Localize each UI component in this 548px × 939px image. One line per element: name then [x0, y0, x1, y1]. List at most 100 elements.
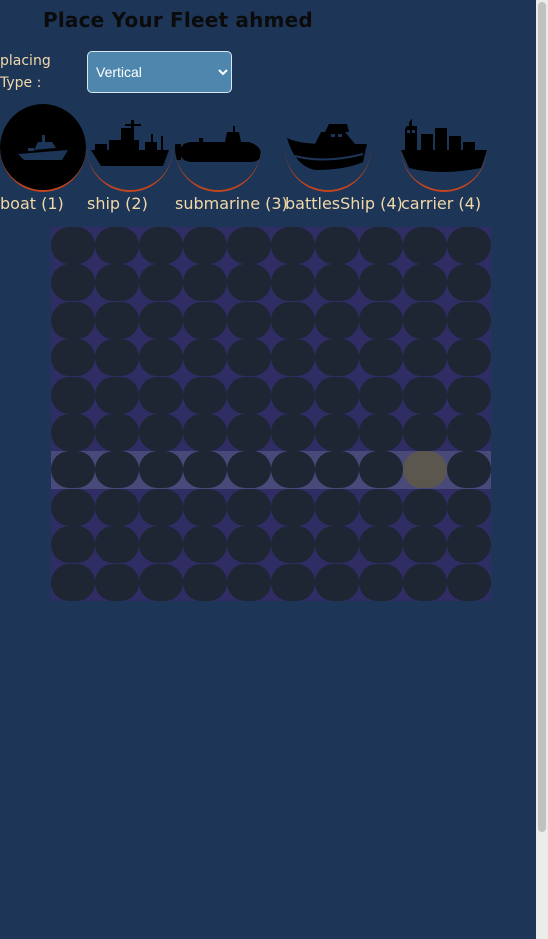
board-cell[interactable]: [271, 488, 315, 526]
board-cell[interactable]: [51, 526, 95, 564]
board-cell[interactable]: [447, 264, 491, 302]
scrollbar[interactable]: [536, 0, 548, 939]
board-cell[interactable]: [227, 413, 271, 451]
board-cell[interactable]: [227, 301, 271, 339]
board-cell[interactable]: [271, 451, 315, 489]
board-cell[interactable]: [403, 264, 447, 302]
board-cell[interactable]: [271, 301, 315, 339]
board-cell[interactable]: [227, 264, 271, 302]
board-cell[interactable]: [183, 413, 227, 451]
board-cell[interactable]: [359, 301, 403, 339]
board-cell[interactable]: [227, 376, 271, 414]
board-cell[interactable]: [271, 376, 315, 414]
warship-icon[interactable]: [87, 104, 173, 192]
board-cell[interactable]: [403, 413, 447, 451]
board-cell[interactable]: [315, 413, 359, 451]
board-cell[interactable]: [183, 526, 227, 564]
ship-option-carrier[interactable]: carrier (4): [401, 104, 487, 213]
board-cell[interactable]: [447, 227, 491, 264]
board-cell[interactable]: [139, 227, 183, 264]
ship-option-boat[interactable]: boat (1): [0, 104, 86, 213]
board-cell[interactable]: [51, 376, 95, 414]
board-cell[interactable]: [403, 563, 447, 601]
board-cell[interactable]: [51, 488, 95, 526]
board-cell[interactable]: [139, 376, 183, 414]
board-cell[interactable]: [183, 301, 227, 339]
placing-type-select[interactable]: Vertical Horizontal: [87, 51, 232, 93]
board-cell[interactable]: [359, 526, 403, 564]
boat-icon[interactable]: [0, 104, 86, 192]
board-cell[interactable]: [95, 526, 139, 564]
board-cell[interactable]: [95, 451, 139, 489]
board-cell[interactable]: [359, 451, 403, 489]
board-cell[interactable]: [95, 563, 139, 601]
board-cell[interactable]: [51, 339, 95, 377]
board-cell[interactable]: [271, 339, 315, 377]
board-cell[interactable]: [51, 451, 95, 489]
board-cell[interactable]: [403, 301, 447, 339]
board-cell[interactable]: [315, 488, 359, 526]
board-cell[interactable]: [51, 264, 95, 302]
board-cell[interactable]: [315, 526, 359, 564]
board-cell[interactable]: [95, 339, 139, 377]
board-cell[interactable]: [315, 264, 359, 302]
board-cell[interactable]: [183, 227, 227, 264]
board-cell[interactable]: [403, 451, 447, 489]
board-cell[interactable]: [359, 413, 403, 451]
battleship-icon[interactable]: [285, 104, 371, 192]
board-cell[interactable]: [95, 264, 139, 302]
board-cell[interactable]: [359, 376, 403, 414]
board-cell[interactable]: [183, 451, 227, 489]
board-cell[interactable]: [315, 451, 359, 489]
carrier-icon[interactable]: [401, 104, 487, 192]
board-cell[interactable]: [403, 227, 447, 264]
board-cell[interactable]: [227, 227, 271, 264]
board-cell[interactable]: [271, 526, 315, 564]
board-cell[interactable]: [315, 376, 359, 414]
board-cell[interactable]: [227, 451, 271, 489]
board-cell[interactable]: [403, 376, 447, 414]
board-cell[interactable]: [183, 376, 227, 414]
board-cell[interactable]: [183, 488, 227, 526]
board-cell[interactable]: [271, 264, 315, 302]
board-cell[interactable]: [51, 227, 95, 264]
board-cell[interactable]: [271, 227, 315, 264]
board-cell[interactable]: [139, 451, 183, 489]
board-cell[interactable]: [51, 301, 95, 339]
board-cell[interactable]: [315, 563, 359, 601]
board-cell[interactable]: [447, 413, 491, 451]
board-cell[interactable]: [227, 488, 271, 526]
board-cell[interactable]: [315, 227, 359, 264]
ship-option-submarine[interactable]: submarine (3): [175, 104, 288, 213]
board-cell[interactable]: [403, 526, 447, 564]
board-cell[interactable]: [359, 488, 403, 526]
board-cell[interactable]: [315, 301, 359, 339]
board-cell[interactable]: [139, 264, 183, 302]
board-cell[interactable]: [315, 339, 359, 377]
board-cell[interactable]: [183, 264, 227, 302]
ship-option-battleship[interactable]: battlesShip (4): [285, 104, 403, 213]
board-cell[interactable]: [139, 339, 183, 377]
board-cell[interactable]: [359, 563, 403, 601]
board-cell[interactable]: [139, 413, 183, 451]
board-cell[interactable]: [51, 563, 95, 601]
board-cell[interactable]: [271, 413, 315, 451]
board-cell[interactable]: [95, 413, 139, 451]
board-cell[interactable]: [183, 339, 227, 377]
board-cell[interactable]: [271, 563, 315, 601]
board-cell[interactable]: [51, 413, 95, 451]
board-cell[interactable]: [95, 227, 139, 264]
board-cell[interactable]: [447, 451, 491, 489]
board-cell[interactable]: [139, 526, 183, 564]
board-cell[interactable]: [447, 563, 491, 601]
board-cell[interactable]: [139, 488, 183, 526]
board-cell[interactable]: [227, 339, 271, 377]
board-cell[interactable]: [359, 264, 403, 302]
board-cell[interactable]: [447, 301, 491, 339]
board-cell[interactable]: [403, 339, 447, 377]
board-cell[interactable]: [183, 563, 227, 601]
board-cell[interactable]: [447, 526, 491, 564]
board-cell[interactable]: [447, 376, 491, 414]
board-cell[interactable]: [447, 488, 491, 526]
board-cell[interactable]: [359, 227, 403, 264]
